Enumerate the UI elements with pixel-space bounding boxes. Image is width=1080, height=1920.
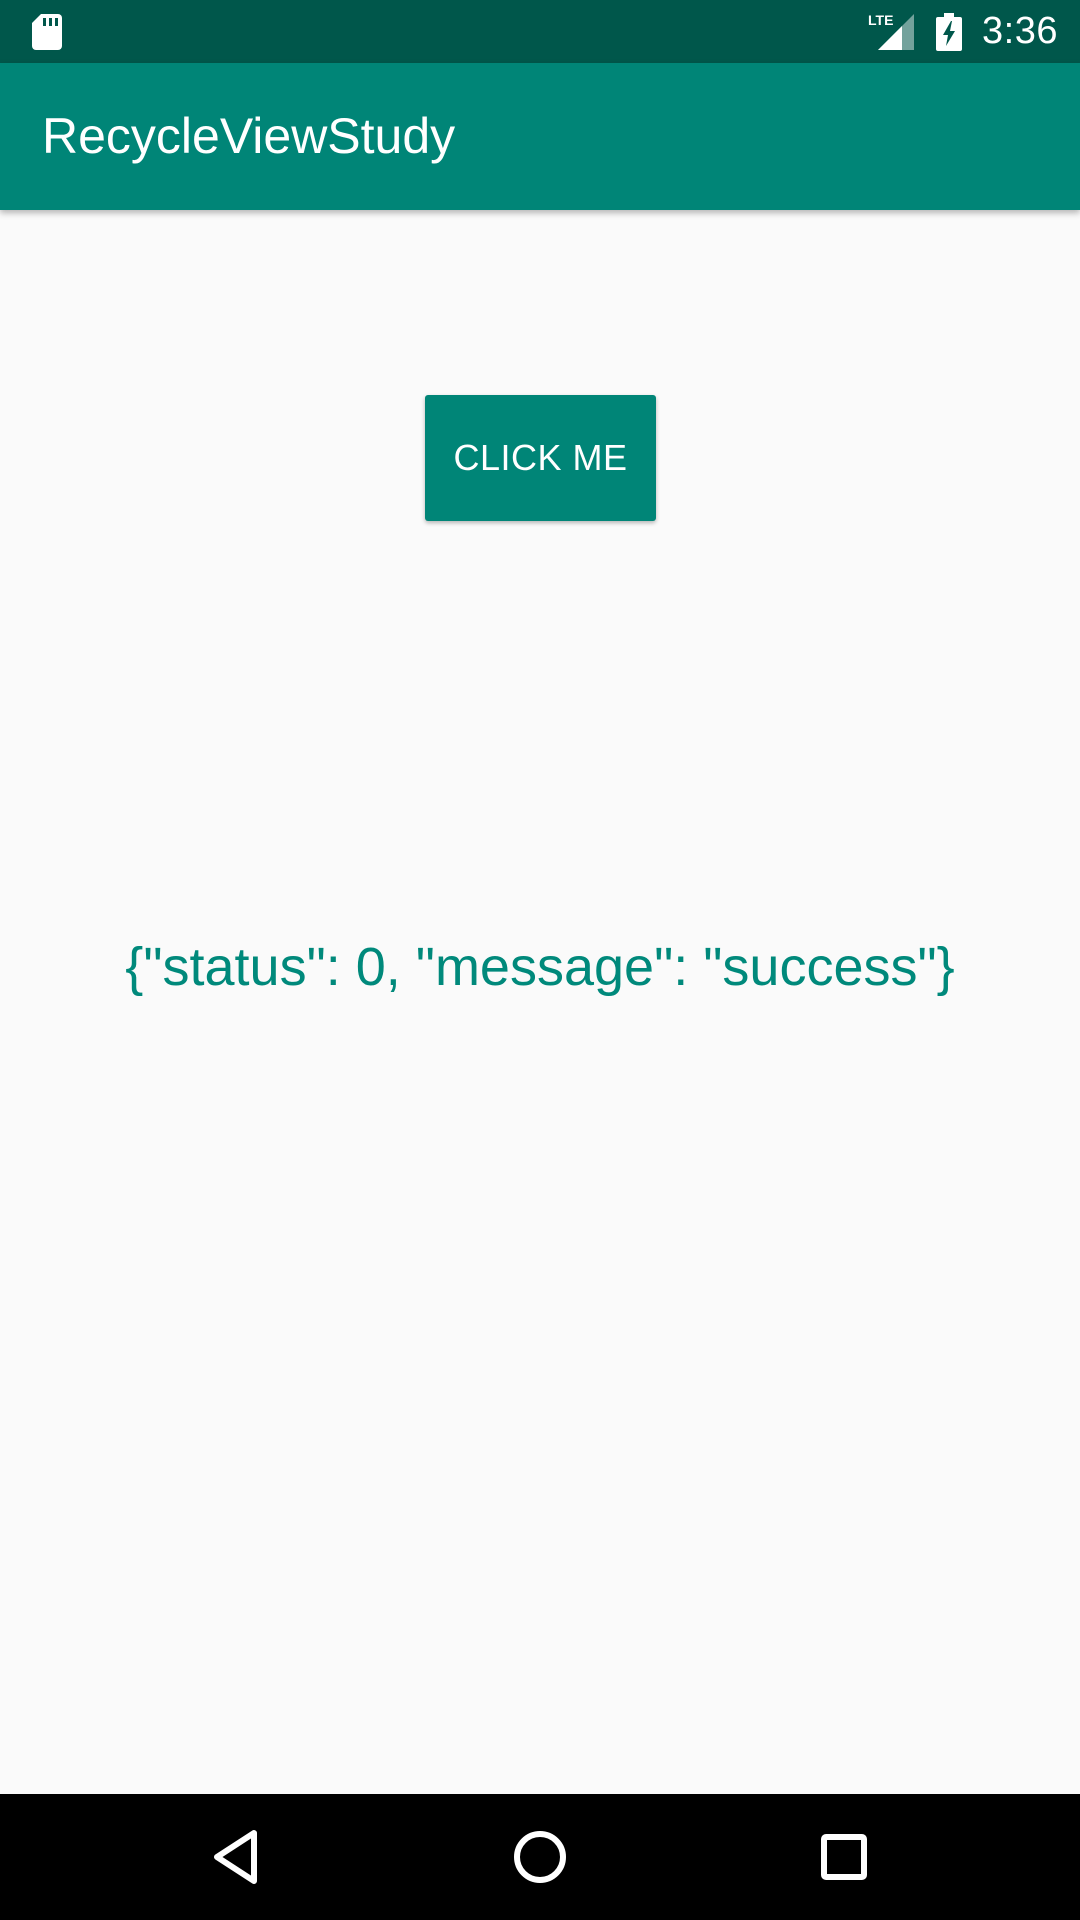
network-type-label: LTE xyxy=(868,12,893,28)
app-title: RecycleViewStudy xyxy=(42,108,456,164)
screen: LTE 3:36 RecycleViewStudy CLICK ME {"sta… xyxy=(0,0,1080,1920)
sd-card-icon xyxy=(32,14,62,50)
navigation-bar xyxy=(0,1794,1080,1920)
click-me-button[interactable]: CLICK ME xyxy=(425,395,656,521)
status-bar: LTE 3:36 xyxy=(0,0,1080,63)
recents-button[interactable] xyxy=(804,1817,884,1897)
status-time: 3:36 xyxy=(982,10,1058,52)
status-icons: LTE 3:36 xyxy=(868,0,1058,63)
back-icon xyxy=(214,1830,257,1884)
main-content: CLICK ME {"status": 0, "message": "succe… xyxy=(0,210,1080,1794)
battery-charging-icon xyxy=(936,12,963,51)
app-bar: RecycleViewStudy xyxy=(0,63,1080,210)
response-text: {"status": 0, "message": "success"} xyxy=(125,937,955,997)
lte-signal-icon: LTE xyxy=(868,12,915,50)
back-button[interactable] xyxy=(196,1817,276,1897)
home-button[interactable] xyxy=(500,1817,580,1897)
recents-icon xyxy=(821,1834,867,1880)
home-icon xyxy=(514,1831,566,1883)
